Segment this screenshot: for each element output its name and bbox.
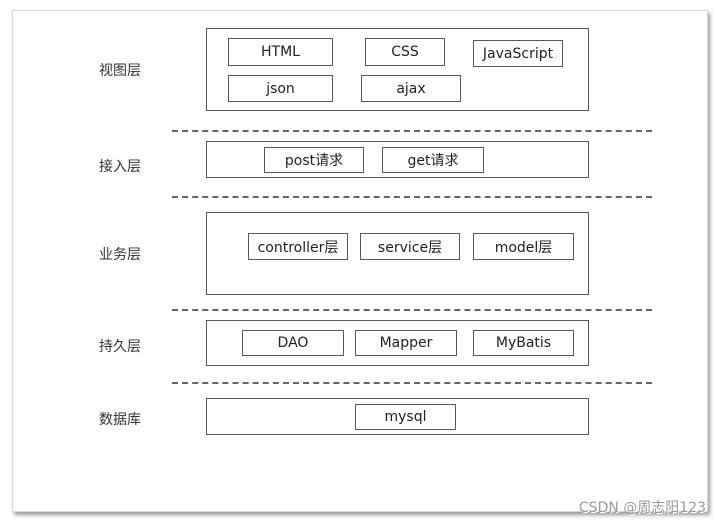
- layer-label-view: 视图层: [99, 63, 141, 79]
- layer-label-database: 数据库: [99, 412, 141, 428]
- item-json: json: [228, 75, 333, 102]
- item-model: model层: [473, 233, 574, 260]
- layer-label-business: 业务层: [99, 247, 141, 263]
- watermark: CSDN @周志阳123: [578, 500, 706, 516]
- item-html: HTML: [228, 38, 333, 66]
- item-get: get请求: [382, 147, 484, 173]
- item-controller: controller层: [248, 233, 348, 260]
- item-javascript: JavaScript: [473, 40, 563, 67]
- item-post: post请求: [264, 147, 364, 173]
- divider: [172, 196, 652, 198]
- item-mysql: mysql: [355, 404, 456, 430]
- item-css: CSS: [365, 38, 445, 66]
- item-dao: DAO: [242, 330, 344, 356]
- divider: [172, 130, 652, 132]
- divider: [172, 309, 652, 311]
- item-ajax: ajax: [361, 75, 461, 102]
- item-mybatis: MyBatis: [473, 330, 574, 356]
- layer-label-access: 接入层: [99, 159, 141, 175]
- layer-label-persistence: 持久层: [99, 339, 141, 355]
- item-mapper: Mapper: [355, 330, 457, 356]
- item-service: service层: [360, 233, 460, 260]
- divider: [172, 382, 652, 384]
